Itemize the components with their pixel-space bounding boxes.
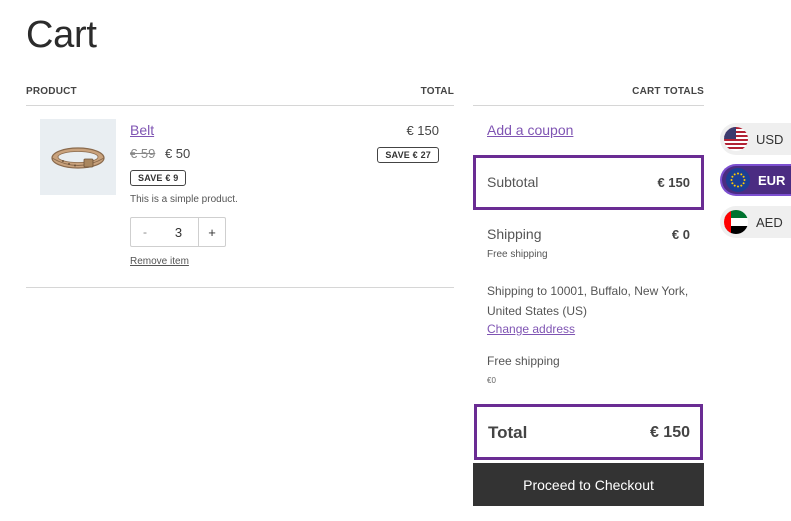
currency-code: EUR [758, 172, 786, 188]
shipping-destination: Shipping to 10001, Buffalo, New York, Un… [487, 284, 689, 318]
shipping-method: Free shipping [487, 249, 548, 260]
eu-flag-icon [726, 168, 750, 192]
column-header-total: TOTAL [420, 86, 454, 97]
currency-option-eur[interactable]: EUR [720, 164, 791, 196]
page-title: Cart [26, 14, 97, 56]
cart-table-header: PRODUCT TOTAL [26, 86, 454, 106]
cart-item-row: Belt € 59 € 50 SAVE € 9 This is a simple… [26, 106, 454, 288]
line-savings-badge: SAVE € 27 [377, 147, 439, 163]
product-price: € 59 € 50 [130, 146, 190, 161]
total-value: € 150 [649, 424, 690, 441]
product-thumbnail[interactable] [40, 119, 116, 195]
us-flag-icon [724, 127, 748, 151]
ae-flag-icon [724, 210, 748, 234]
shipping-option-price: €0 [487, 376, 496, 385]
remove-item-link[interactable]: Remove item [130, 256, 189, 267]
shipping-label: Shipping [487, 226, 542, 242]
subtotal-label: Subtotal [487, 174, 539, 190]
product-name-link[interactable]: Belt [130, 122, 154, 138]
currency-option-usd[interactable]: USD [720, 123, 791, 155]
shipping-value: € 0 [671, 227, 690, 242]
currency-code: AED [756, 214, 783, 230]
sale-price: € 50 [164, 146, 191, 161]
quantity-stepper: - 3 + [130, 217, 226, 247]
product-description: This is a simple product. [130, 194, 238, 205]
add-coupon-link[interactable]: Add a coupon [487, 122, 573, 138]
decrease-quantity-button[interactable]: - [131, 218, 159, 246]
cart-totals-heading: CART TOTALS [473, 86, 704, 106]
change-address-link[interactable]: Change address [487, 322, 575, 336]
shipping-option-label[interactable]: Free shipping [487, 354, 560, 368]
currency-code: USD [756, 131, 784, 147]
column-header-product: PRODUCT [26, 86, 77, 97]
increase-quantity-button[interactable]: + [198, 218, 225, 246]
proceed-to-checkout-button[interactable]: Proceed to Checkout [473, 463, 704, 506]
item-savings-badge: SAVE € 9 [130, 170, 187, 186]
quantity-input[interactable]: 3 [159, 218, 198, 246]
regular-price: € 59 [130, 146, 156, 161]
currency-option-aed[interactable]: AED [720, 206, 791, 238]
subtotal-value: € 150 [657, 175, 690, 190]
belt-product-image [51, 147, 105, 169]
line-total: € 150 [406, 123, 439, 138]
total-label: Total [488, 423, 528, 442]
